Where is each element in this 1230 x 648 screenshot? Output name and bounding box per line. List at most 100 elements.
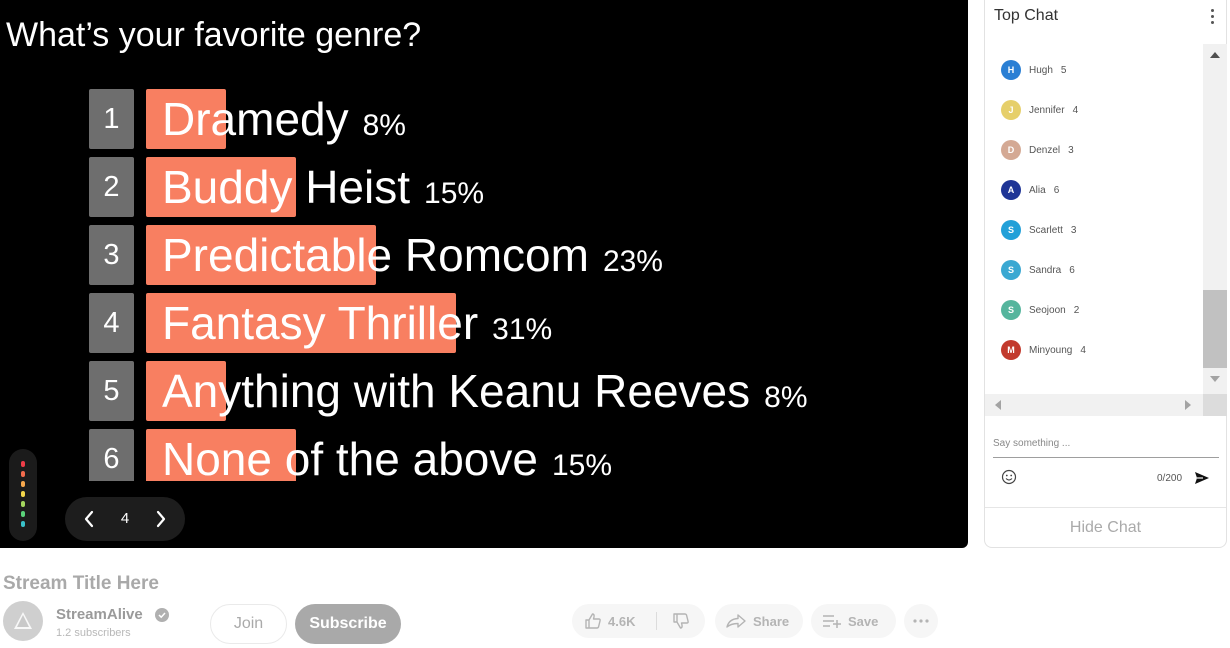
level-dot <box>21 501 25 507</box>
scroll-up-arrow-icon[interactable] <box>1210 52 1220 58</box>
chat-header: Top Chat <box>985 0 1228 36</box>
chat-message: J Jennifer 4 <box>1001 98 1078 122</box>
subscribe-button[interactable]: Subscribe <box>295 604 401 644</box>
level-dot <box>21 461 25 467</box>
slide-number: 4 <box>120 510 130 527</box>
video-player[interactable]: What’s your favorite genre? 1 Dramedy 8% … <box>0 0 968 548</box>
option-label: Anything with Keanu Reeves <box>162 365 751 417</box>
option-number: 1 <box>89 89 134 149</box>
chat-message: D Denzel 3 <box>1001 138 1074 162</box>
chat-message: S Scarlett 3 <box>1001 218 1076 242</box>
streamalive-logo-icon <box>14 612 32 629</box>
like-button[interactable]: 4.6K <box>572 604 656 638</box>
scroll-down-arrow-icon[interactable] <box>1210 376 1220 382</box>
option-percent: 15% <box>424 177 485 210</box>
chat-message-text: 2 <box>1073 304 1080 316</box>
chat-author: Sandra <box>1029 264 1062 276</box>
option-number: 2 <box>89 157 134 217</box>
join-button[interactable]: Join <box>210 604 287 644</box>
emoji-icon[interactable] <box>1001 469 1017 485</box>
option-text: Fantasy Thriller 31% <box>162 293 552 353</box>
chat-author: Alia <box>1029 184 1046 196</box>
send-icon[interactable] <box>1194 471 1210 485</box>
page: What’s your favorite genre? 1 Dramedy 8% … <box>0 0 1230 648</box>
chat-message-list: H Hugh 5 J Jennifer 4 D Denzel 3 A Alia … <box>985 44 1203 394</box>
thumbs-up-icon <box>585 613 601 629</box>
chat-message-text: 3 <box>1068 144 1074 156</box>
share-icon <box>726 614 746 628</box>
poll-option: 1 Dramedy 8% <box>89 89 949 149</box>
avatar: S <box>1001 220 1021 240</box>
next-slide-button[interactable] <box>141 497 181 541</box>
chat-vertical-scrollbar[interactable] <box>1203 44 1227 394</box>
option-percent: 15% <box>551 449 612 481</box>
chat-author: Jennifer <box>1029 104 1065 116</box>
poll-option: 4 Fantasy Thriller 31% <box>89 293 949 353</box>
avatar: S <box>1001 300 1021 320</box>
share-button[interactable]: Share <box>715 604 803 638</box>
chat-message-text: 4 <box>1080 344 1086 356</box>
chat-title[interactable]: Top Chat <box>994 7 1058 25</box>
save-button[interactable]: Save <box>811 604 896 638</box>
option-text: Dramedy 8% <box>162 89 406 149</box>
avatar: M <box>1001 340 1021 360</box>
chat-message-text: 6 <box>1069 264 1075 276</box>
option-number: 3 <box>89 225 134 285</box>
chat-message-text: 4 <box>1072 104 1079 116</box>
chat-message-text: 5 <box>1060 64 1067 76</box>
option-number: 5 <box>89 361 134 421</box>
playlist-add-icon <box>823 615 841 628</box>
level-dot <box>21 481 25 487</box>
subscriber-count: 1.2 subscribers <box>56 627 131 639</box>
chat-message-text: 3 <box>1070 224 1077 236</box>
prev-slide-button[interactable] <box>69 497 109 541</box>
share-label: Share <box>753 613 790 629</box>
chat-author: Minyoung <box>1029 344 1073 356</box>
scroll-left-arrow-icon[interactable] <box>995 400 1001 410</box>
option-label: Predictable Romcom <box>162 229 589 281</box>
chat-author: Denzel <box>1029 144 1061 156</box>
option-percent: 23% <box>602 245 663 278</box>
more-vert-icon[interactable] <box>1206 6 1218 26</box>
option-label: Fantasy Thriller <box>162 297 479 349</box>
channel-avatar[interactable] <box>3 601 43 641</box>
avatar: J <box>1001 100 1021 120</box>
more-actions-button[interactable] <box>904 604 938 638</box>
chat-message: A Alia 6 <box>1001 178 1059 202</box>
like-count: 4.6K <box>608 613 636 629</box>
chat-horizontal-scrollbar[interactable] <box>985 394 1203 416</box>
avatar: H <box>1001 60 1021 80</box>
level-dot <box>21 511 25 517</box>
level-dot <box>21 471 25 477</box>
option-percent: 8% <box>764 381 808 414</box>
chat-message-input[interactable] <box>993 430 1219 458</box>
hide-chat-button[interactable]: Hide Chat <box>985 508 1226 548</box>
more-horiz-icon <box>913 619 929 623</box>
like-dislike-group: 4.6K <box>572 604 705 638</box>
chat-message: M Minyoung 4 <box>1001 338 1086 362</box>
option-text: Predictable Romcom 23% <box>162 225 663 285</box>
avatar: D <box>1001 140 1021 160</box>
channel-name[interactable]: StreamAlive <box>56 606 143 623</box>
chat-message: H Hugh 5 <box>1001 58 1066 82</box>
chevron-right-icon <box>156 510 166 528</box>
verified-badge-icon <box>155 608 169 622</box>
chat-message-text: 6 <box>1053 184 1060 196</box>
level-dot <box>21 521 25 527</box>
scroll-right-arrow-icon[interactable] <box>1185 400 1191 410</box>
chat-author: Hugh <box>1029 64 1053 76</box>
scrollbar-thumb[interactable] <box>1203 290 1227 368</box>
option-text: Buddy Heist 15% <box>162 157 484 217</box>
stream-title: Stream Title Here <box>3 573 159 594</box>
level-dot <box>21 491 25 497</box>
option-percent: 8% <box>362 109 406 142</box>
option-number: 6 <box>89 429 134 481</box>
dislike-button[interactable] <box>657 604 705 638</box>
chat-author: Scarlett <box>1029 224 1063 236</box>
poll-option: 6 None of the above 15% <box>89 429 949 481</box>
chat-author: Seojoon <box>1029 304 1066 316</box>
option-label: Buddy Heist <box>162 161 411 213</box>
slide-pager: 4 <box>65 497 185 541</box>
chevron-left-icon <box>84 510 94 528</box>
option-percent: 31% <box>492 313 553 346</box>
